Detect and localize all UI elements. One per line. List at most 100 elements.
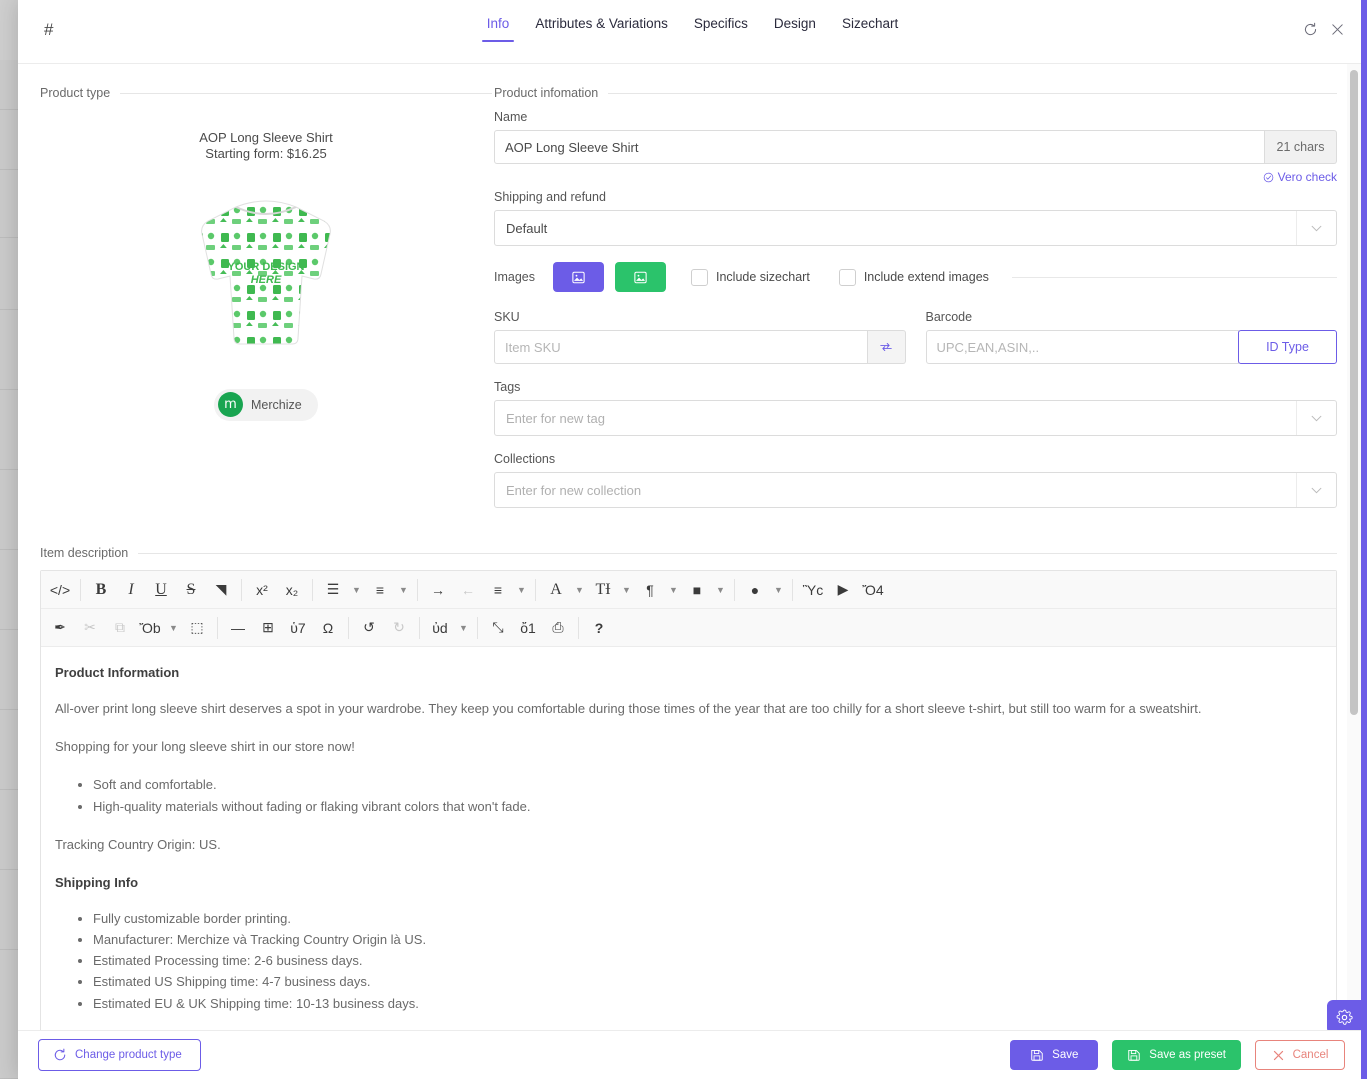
mockup-design-text-2: HERE bbox=[251, 274, 282, 286]
chevron-down-icon[interactable]: ▼ bbox=[513, 575, 530, 605]
insert-image-icon[interactable]: Ὓc bbox=[798, 575, 828, 605]
insert-file-icon[interactable]: Ὄ4 bbox=[858, 575, 888, 605]
chevron-down-icon[interactable]: ▼ bbox=[165, 613, 182, 643]
tab-sizechart[interactable]: Sizechart bbox=[829, 16, 911, 42]
chevron-down-icon[interactable]: ▼ bbox=[665, 575, 682, 605]
underline-icon[interactable]: U bbox=[146, 575, 176, 605]
sku-input[interactable] bbox=[494, 330, 868, 364]
special-character-icon[interactable]: Ω bbox=[313, 613, 343, 643]
chevron-down-icon[interactable]: ▼ bbox=[770, 575, 787, 605]
close-icon[interactable] bbox=[1330, 22, 1345, 37]
toolbar-separator bbox=[578, 616, 579, 639]
description-bullet-item: Manufacturer: Merchize và Tracking Count… bbox=[93, 930, 1320, 950]
tab-specifics[interactable]: Specifics bbox=[681, 16, 761, 42]
cancel-label: Cancel bbox=[1292, 1049, 1329, 1061]
paste-icon[interactable]: Ὄb bbox=[135, 613, 165, 643]
bullet-list-icon[interactable]: ☰ bbox=[318, 575, 348, 605]
numbered-list-icon[interactable]: ≡ bbox=[365, 575, 395, 605]
fullscreen-icon[interactable]: ⤡ bbox=[483, 613, 513, 643]
tab-attributes-variations[interactable]: Attributes & Variations bbox=[522, 16, 681, 42]
insert-video-icon[interactable]: ▶ bbox=[828, 575, 858, 605]
vero-check-icon bbox=[1263, 172, 1273, 182]
cut-icon[interactable]: ✂ bbox=[75, 613, 105, 643]
search-replace-icon[interactable]: ὐd bbox=[425, 613, 455, 643]
sku-generate-button[interactable] bbox=[867, 330, 906, 364]
chevron-down-icon[interactable]: ▼ bbox=[395, 575, 412, 605]
chevron-down-icon[interactable]: ▼ bbox=[348, 575, 365, 605]
chevron-down-icon[interactable]: ▼ bbox=[712, 575, 729, 605]
vendor-badge: m Merchize bbox=[214, 388, 318, 421]
save-as-preset-label: Save as preset bbox=[1149, 1049, 1226, 1061]
chevron-down-icon[interactable] bbox=[1296, 473, 1336, 507]
chevron-down-icon[interactable] bbox=[1296, 211, 1336, 245]
italic-icon[interactable]: I bbox=[116, 575, 146, 605]
format-painter-icon[interactable]: ✒ bbox=[45, 613, 75, 643]
chevron-down-icon[interactable]: ▼ bbox=[571, 575, 588, 605]
image-icon bbox=[572, 271, 585, 283]
save-as-preset-button[interactable]: Save as preset bbox=[1112, 1040, 1241, 1070]
preview-icon[interactable]: ὄ1 bbox=[513, 613, 543, 643]
vertical-scrollbar-thumb[interactable] bbox=[1350, 70, 1358, 715]
name-input[interactable] bbox=[494, 130, 1265, 164]
print-icon[interactable]: ⎙ bbox=[543, 613, 573, 643]
indent-increase-icon[interactable]: → bbox=[423, 575, 453, 605]
description-bullet-item: Fully customizable border printing. bbox=[93, 909, 1320, 929]
undo-icon[interactable]: ↺ bbox=[354, 613, 384, 643]
cancel-button[interactable]: Cancel bbox=[1255, 1040, 1345, 1070]
chevron-down-icon[interactable] bbox=[1296, 401, 1336, 435]
superscript-icon[interactable]: x² bbox=[247, 575, 277, 605]
tab-info[interactable]: Info bbox=[474, 16, 523, 42]
refresh-icon[interactable] bbox=[1303, 22, 1318, 37]
strikethrough-icon[interactable]: S bbox=[176, 575, 206, 605]
select-all-icon[interactable]: ⬚ bbox=[182, 613, 212, 643]
product-type-panel: Product type AOP Long Sleeve Shirt Start… bbox=[40, 86, 492, 524]
vendor-name: Merchize bbox=[251, 397, 302, 412]
font-family-icon[interactable]: A bbox=[541, 575, 571, 605]
redo-icon[interactable]: ↻ bbox=[384, 613, 414, 643]
paragraph-style-icon[interactable]: ¶ bbox=[635, 575, 665, 605]
highlight-color-icon[interactable]: ● bbox=[740, 575, 770, 605]
chevron-down-icon[interactable]: ▼ bbox=[618, 575, 635, 605]
toolbar-separator bbox=[734, 578, 735, 601]
change-product-type-button[interactable]: Change product type bbox=[38, 1039, 201, 1071]
help-icon[interactable]: ? bbox=[584, 613, 614, 643]
horizontal-rule-icon[interactable]: — bbox=[223, 613, 253, 643]
shipping-refund-select[interactable]: Default bbox=[494, 210, 1337, 246]
font-size-icon[interactable]: TƗ bbox=[588, 575, 618, 605]
save-icon bbox=[1128, 1049, 1141, 1061]
description-bullet-item: Estimated US Shipping time: 4-7 business… bbox=[93, 972, 1320, 992]
insert-link-icon[interactable]: ὑ7 bbox=[283, 613, 313, 643]
text-color-icon[interactable]: ■ bbox=[682, 575, 712, 605]
collections-select[interactable]: Enter for new collection bbox=[494, 472, 1337, 508]
indent-decrease-icon[interactable]: ← bbox=[453, 575, 483, 605]
secondary-image-button[interactable] bbox=[615, 262, 666, 292]
toolbar-separator bbox=[792, 578, 793, 601]
tags-select[interactable]: Enter for new tag bbox=[494, 400, 1337, 436]
include-extend-images-checkbox[interactable]: Include extend images bbox=[838, 268, 989, 286]
barcode-input[interactable] bbox=[925, 330, 1239, 364]
tab-bar: Info Attributes & Variations Specifics D… bbox=[18, 16, 1367, 42]
vero-check-link[interactable]: Vero check bbox=[494, 170, 1337, 184]
images-label: Images bbox=[494, 270, 535, 284]
bold-icon[interactable]: B bbox=[86, 575, 116, 605]
chevron-down-icon[interactable]: ▼ bbox=[455, 613, 472, 643]
copy-icon[interactable]: ⧉ bbox=[105, 613, 135, 643]
product-information-legend: Product infomation bbox=[494, 86, 1337, 100]
clear-format-icon[interactable]: ◥ bbox=[206, 575, 236, 605]
product-type-legend-label: Product type bbox=[40, 86, 111, 100]
save-button[interactable]: Save bbox=[1010, 1040, 1099, 1070]
include-sizechart-checkbox[interactable]: Include sizechart bbox=[691, 268, 810, 286]
id-type-button[interactable]: ID Type bbox=[1238, 330, 1337, 364]
checkbox-box[interactable] bbox=[691, 268, 708, 286]
checkbox-box[interactable] bbox=[838, 268, 856, 286]
subscript-icon[interactable]: x₂ bbox=[277, 575, 307, 605]
source-code-icon[interactable]: </> bbox=[45, 575, 75, 605]
primary-image-button[interactable] bbox=[553, 262, 604, 292]
settings-tab-button[interactable] bbox=[1327, 1000, 1361, 1030]
insert-table-icon[interactable]: ⊞ bbox=[253, 613, 283, 643]
editor-content[interactable]: Product Information All-over print long … bbox=[41, 647, 1336, 1030]
tab-design[interactable]: Design bbox=[761, 16, 829, 42]
top-section: Product type AOP Long Sleeve Shirt Start… bbox=[18, 64, 1367, 524]
align-icon[interactable]: ≡ bbox=[483, 575, 513, 605]
product-mockup-image[interactable]: YOUR DESIGN HERE bbox=[166, 177, 366, 377]
